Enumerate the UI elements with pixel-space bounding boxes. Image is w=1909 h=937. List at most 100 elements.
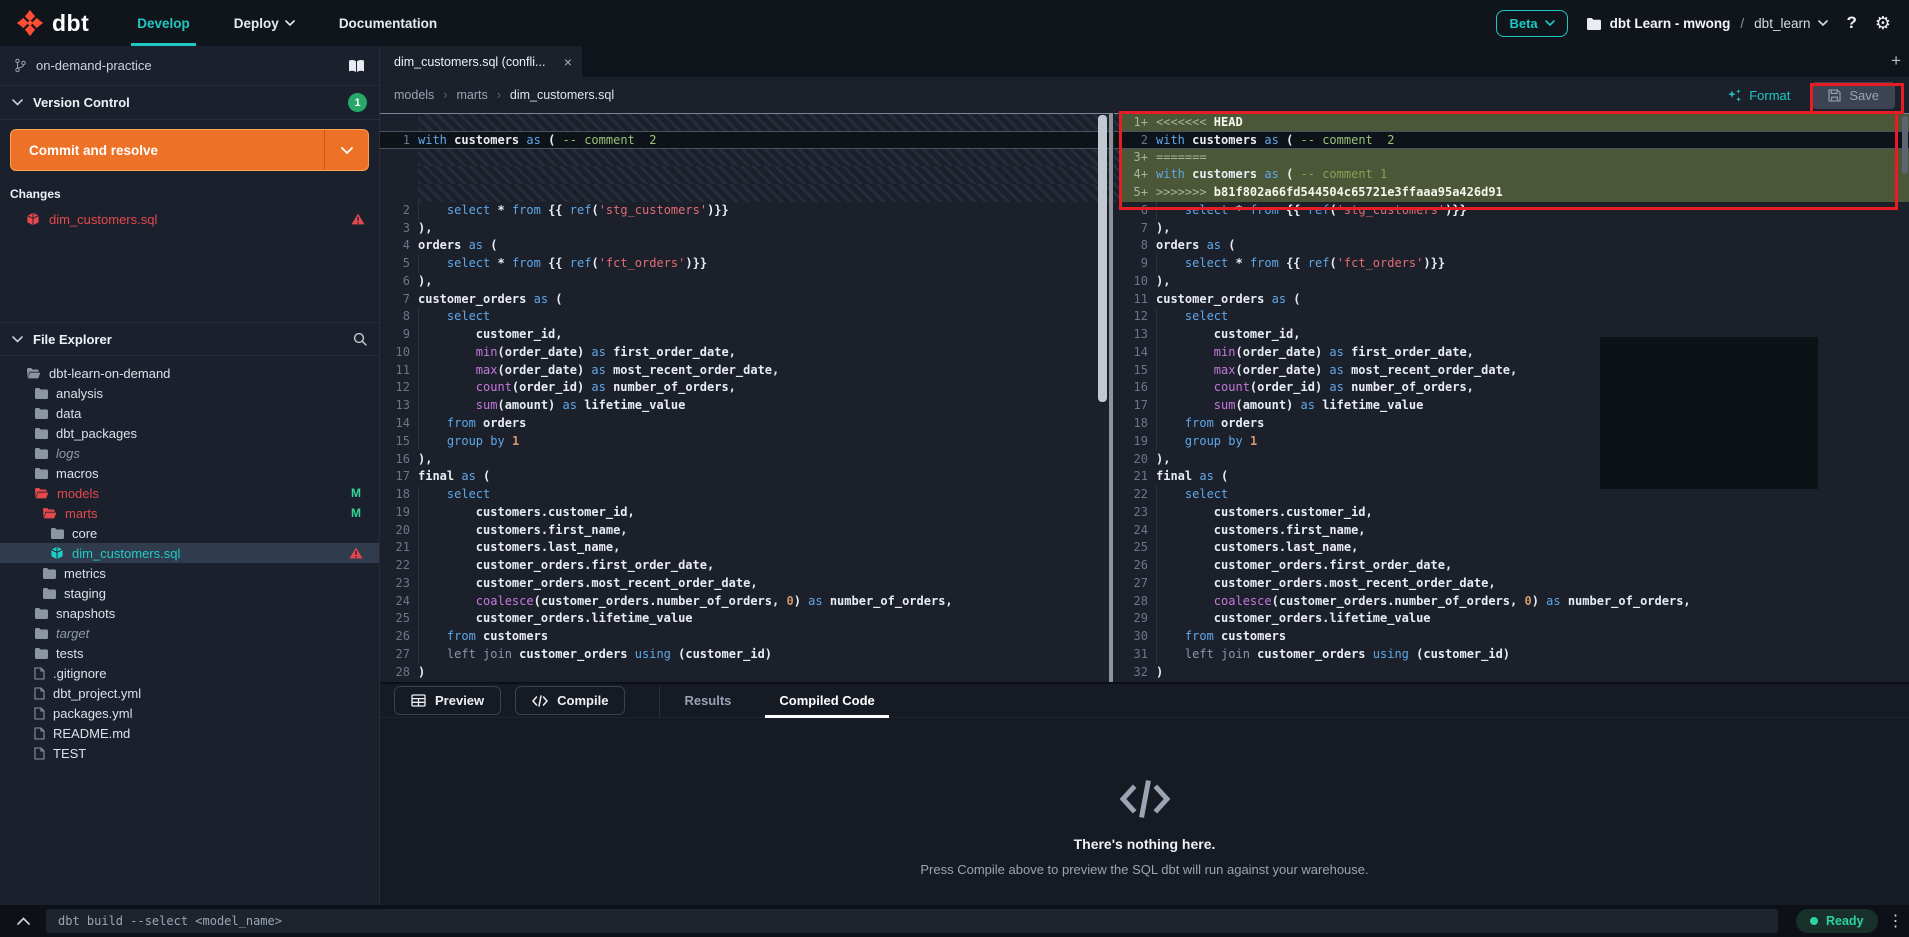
code-line[interactable]: 3), <box>380 220 1110 238</box>
code-line[interactable]: 6 select * from {{ ref('stg_customers')}… <box>1114 202 1909 220</box>
nav-documentation[interactable]: Documentation <box>317 0 459 46</box>
tab-compiled-code[interactable]: Compiled Code <box>755 684 898 718</box>
tree-item-tests[interactable]: tests <box>0 643 379 663</box>
tree-item-dbt-learn-on-demand[interactable]: dbt-learn-on-demand <box>0 363 379 383</box>
tree-item-macros[interactable]: macros <box>0 463 379 483</box>
tree-item-analysis[interactable]: analysis <box>0 383 379 403</box>
code-line[interactable]: 21final as ( <box>1114 468 1909 486</box>
code-line[interactable]: 32) <box>1114 664 1909 682</box>
code-line[interactable]: 29 customer_orders.lifetime_value <box>1114 610 1909 628</box>
code-line[interactable]: 14 from orders <box>380 415 1110 433</box>
code-line[interactable]: 23 customer_orders.most_recent_order_dat… <box>380 575 1110 593</box>
close-icon[interactable]: × <box>564 54 572 70</box>
code-line[interactable]: 27 left join customer_orders using (cust… <box>380 646 1110 664</box>
tree-item-dim-customers-sql[interactable]: dim_customers.sql <box>0 543 379 563</box>
code-line[interactable]: 5+>>>>>>> b81f802a66fd544504c65721e3ffaa… <box>1114 184 1909 202</box>
code-line[interactable]: 12 count(order_id) as number_of_orders, <box>380 379 1110 397</box>
code-line[interactable]: 19 group by 1 <box>1114 433 1909 451</box>
editor-scrollbar-thumb[interactable] <box>1098 115 1107 402</box>
code-line[interactable]: 5 select * from {{ ref('fct_orders')}} <box>380 255 1110 273</box>
tree-item-dbt-packages[interactable]: dbt_packages <box>0 423 379 443</box>
diff-spacer-row[interactable] <box>380 149 1110 167</box>
code-line[interactable]: 1+<<<<<<< HEAD <box>1114 113 1909 131</box>
commit-options-dropdown[interactable] <box>324 130 368 170</box>
chevron-up-icon[interactable] <box>0 917 46 925</box>
format-button[interactable]: Format <box>1727 88 1790 103</box>
code-line[interactable]: 11 max(order_date) as most_recent_order_… <box>380 362 1110 380</box>
code-line[interactable]: 28 coalesce(customer_orders.number_of_or… <box>1114 593 1909 611</box>
code-line[interactable]: 9 select * from {{ ref('fct_orders')}} <box>1114 255 1909 273</box>
tab-results[interactable]: Results <box>660 684 755 718</box>
beta-dropdown[interactable]: Beta <box>1496 10 1567 37</box>
code-line[interactable]: 4orders as ( <box>380 237 1110 255</box>
file-explorer-header[interactable]: File Explorer <box>0 322 379 356</box>
code-line[interactable]: 8orders as ( <box>1114 237 1909 255</box>
code-line[interactable]: 14 min(order_date) as first_order_date, <box>1114 344 1909 362</box>
diff-spacer-row[interactable] <box>380 184 1110 202</box>
code-line[interactable]: 10 min(order_date) as first_order_date, <box>380 344 1110 362</box>
tree-item-snapshots[interactable]: snapshots <box>0 603 379 623</box>
code-line[interactable]: 13 sum(amount) as lifetime_value <box>380 397 1110 415</box>
tree-item--gitignore[interactable]: .gitignore <box>0 663 379 683</box>
code-line[interactable]: 2 select * from {{ ref('stg_customers')}… <box>380 202 1110 220</box>
project-selector[interactable]: dbt Learn - mwong / dbt_learn <box>1586 16 1829 31</box>
code-line[interactable]: 22 customer_orders.first_order_date, <box>380 557 1110 575</box>
code-line[interactable]: 26 from customers <box>380 628 1110 646</box>
save-button[interactable]: Save <box>1812 82 1895 109</box>
tree-item-dbt-project-yml[interactable]: dbt_project.yml <box>0 683 379 703</box>
code-line[interactable]: 28) <box>380 664 1110 682</box>
code-line[interactable]: 15 max(order_date) as most_recent_order_… <box>1114 362 1909 380</box>
code-line[interactable]: 10), <box>1114 273 1909 291</box>
code-line[interactable]: 24 coalesce(customer_orders.number_of_or… <box>380 593 1110 611</box>
status-badge[interactable]: Ready <box>1796 909 1878 933</box>
tree-item-test[interactable]: TEST <box>0 743 379 763</box>
code-line[interactable]: 25 customers.last_name, <box>1114 539 1909 557</box>
tree-item-marts[interactable]: martsM <box>0 503 379 523</box>
code-line[interactable]: 31 left join customer_orders using (cust… <box>1114 646 1909 664</box>
code-line[interactable]: 25 customer_orders.lifetime_value <box>380 610 1110 628</box>
breadcrumb-models[interactable]: models <box>394 88 434 102</box>
tree-item-packages-yml[interactable]: packages.yml <box>0 703 379 723</box>
code-line[interactable]: 1with customers as ( -- comment 2 <box>380 131 1110 149</box>
editor-pane-local[interactable]: 1with customers as ( -- comment 2 2 selec… <box>380 113 1110 682</box>
pane-divider[interactable] <box>1109 113 1113 682</box>
code-line[interactable]: 27 customer_orders.most_recent_order_dat… <box>1114 575 1909 593</box>
code-line[interactable]: 7), <box>1114 220 1909 238</box>
code-line[interactable]: 16 count(order_id) as number_of_orders, <box>1114 379 1909 397</box>
tree-item-models[interactable]: modelsM <box>0 483 379 503</box>
code-line[interactable]: 17final as ( <box>380 468 1110 486</box>
code-line[interactable]: 21 customers.last_name, <box>380 539 1110 557</box>
command-input[interactable] <box>46 909 1778 933</box>
nav-deploy[interactable]: Deploy <box>212 0 317 46</box>
tree-item-target[interactable]: target <box>0 623 379 643</box>
code-line[interactable]: 13 customer_id, <box>1114 326 1909 344</box>
current-branch[interactable]: on-demand-practice <box>0 46 379 86</box>
commit-and-resolve-button[interactable]: Commit and resolve <box>10 129 369 171</box>
compile-button[interactable]: Compile <box>515 686 625 715</box>
editor-pane-merged[interactable]: 1+<<<<<<< HEAD2with customers as ( -- co… <box>1114 113 1909 682</box>
new-tab-icon[interactable]: + <box>1891 51 1901 71</box>
right-scrollbar-thumb[interactable] <box>1902 116 1908 174</box>
kebab-menu-icon[interactable]: ⋮ <box>1888 911 1904 931</box>
diff-spacer-row[interactable] <box>380 166 1110 184</box>
code-line[interactable]: 20), <box>1114 451 1909 469</box>
code-line[interactable]: 12 select <box>1114 308 1909 326</box>
code-line[interactable]: 23 customers.customer_id, <box>1114 504 1909 522</box>
changed-file-item[interactable]: dim_customers.sql <box>0 207 379 231</box>
code-line[interactable]: 8 select <box>380 308 1110 326</box>
code-line[interactable]: 16), <box>380 451 1110 469</box>
version-control-header[interactable]: Version Control 1 <box>0 86 379 120</box>
code-line[interactable]: 9 customer_id, <box>380 326 1110 344</box>
gear-icon[interactable]: ⚙ <box>1875 13 1891 34</box>
code-line[interactable]: 20 customers.first_name, <box>380 522 1110 540</box>
code-line[interactable]: 18 from orders <box>1114 415 1909 433</box>
tab-dim-customers[interactable]: dim_customers.sql (confli... × <box>380 46 582 77</box>
code-editor-split-view[interactable]: 1with customers as ( -- comment 2 2 selec… <box>380 113 1909 682</box>
search-icon[interactable] <box>353 332 367 346</box>
code-line[interactable]: 11customer_orders as ( <box>1114 291 1909 309</box>
code-line[interactable]: 15 group by 1 <box>380 433 1110 451</box>
tree-item-readme-md[interactable]: README.md <box>0 723 379 743</box>
code-line[interactable]: 24 customers.first_name, <box>1114 522 1909 540</box>
docs-book-icon[interactable] <box>348 59 365 73</box>
diff-spacer-row[interactable] <box>380 113 1110 131</box>
